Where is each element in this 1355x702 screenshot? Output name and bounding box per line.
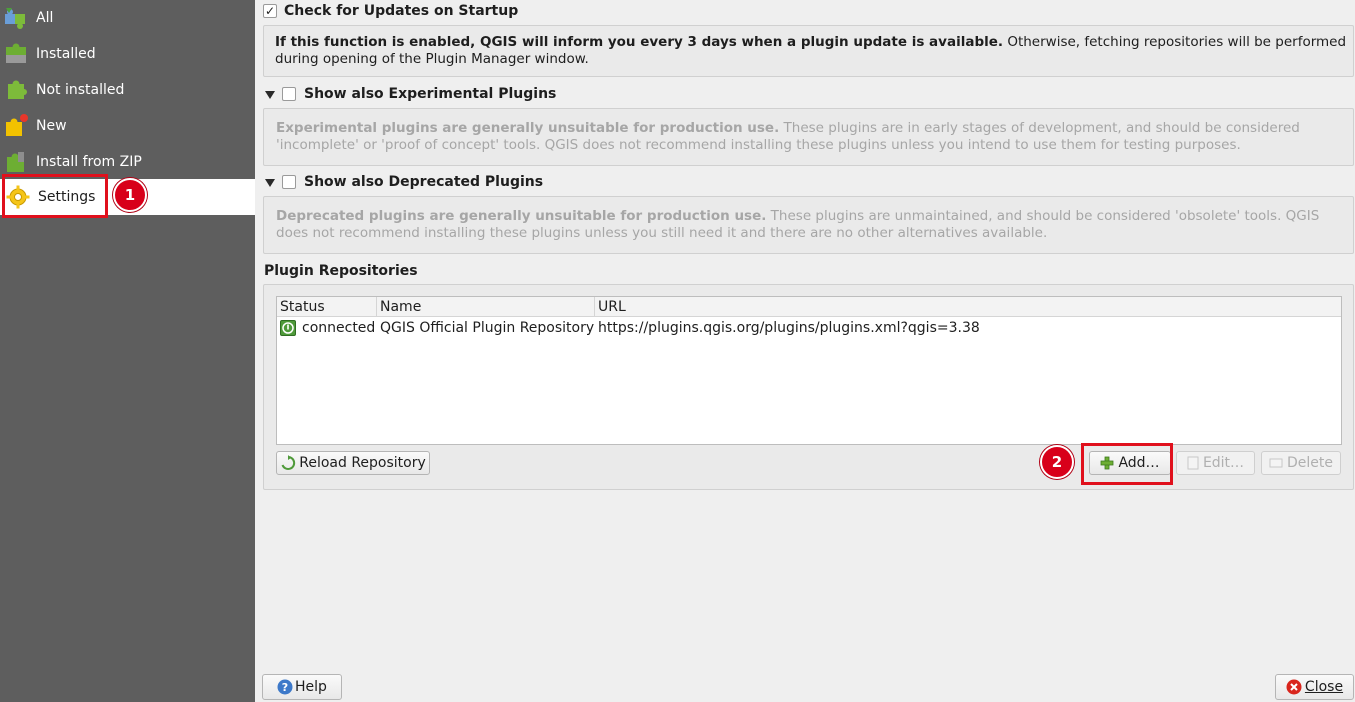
settings-panel: ✓ Check for Updates on Startup If this f…	[255, 0, 1355, 702]
edit-repository-button[interactable]: Edit…	[1176, 451, 1255, 475]
experimental-checkbox[interactable]	[282, 87, 296, 101]
close-button[interactable]: Close	[1275, 674, 1354, 700]
deprecated-collapse-arrow-icon[interactable]	[265, 179, 275, 187]
deprecated-label: Show also Deprecated Plugins	[304, 174, 544, 190]
column-header-name[interactable]: Name	[377, 297, 595, 317]
experimental-collapse-arrow-icon[interactable]	[265, 91, 275, 99]
experimental-description: Experimental plugins are generally unsui…	[276, 120, 1300, 153]
step-badge-1: 1	[113, 178, 147, 212]
help-icon: ?	[277, 679, 293, 695]
delete-icon	[1269, 458, 1283, 468]
sidebar-item-label: All	[36, 10, 54, 26]
puzzle-zip-icon	[3, 149, 29, 175]
experimental-label: Show also Experimental Plugins	[304, 86, 557, 102]
close-icon	[1286, 679, 1302, 695]
check-updates-checkbox[interactable]: ✓	[263, 4, 277, 18]
check-updates-label: Check for Updates on Startup	[284, 3, 519, 19]
deprecated-description-box: Deprecated plugins are generally unsuita…	[263, 196, 1354, 254]
help-button[interactable]: ? Help	[262, 674, 342, 700]
deprecated-checkbox[interactable]	[282, 175, 296, 189]
sidebar-item-label: Installed	[36, 46, 96, 62]
sidebar-item-label: New	[36, 118, 67, 134]
puzzle-all-icon	[3, 5, 29, 31]
reload-repository-button[interactable]: Reload Repository	[276, 451, 430, 475]
step-badge-2: 2	[1040, 445, 1074, 479]
table-row[interactable]: connected QGIS Official Plugin Repositor…	[277, 318, 1341, 338]
puzzle-not-installed-icon	[3, 77, 29, 103]
table-header: Status Name URL	[277, 297, 1341, 317]
url-cell: https://plugins.qgis.org/plugins/plugins…	[598, 320, 980, 336]
check-updates-description: If this function is enabled, QGIS will i…	[275, 34, 1347, 67]
reload-icon	[280, 455, 296, 471]
name-cell: QGIS Official Plugin Repository	[380, 320, 595, 336]
deprecated-description: Deprecated plugins are generally unsuita…	[276, 208, 1320, 241]
sidebar-item-label: Not installed	[36, 82, 125, 98]
experimental-description-box: Experimental plugins are generally unsui…	[263, 108, 1354, 166]
delete-repository-button[interactable]: Delete	[1261, 451, 1341, 475]
add-highlight-box	[1081, 443, 1173, 485]
puzzle-new-icon	[3, 113, 29, 139]
sidebar: All Installed Not installed New Install …	[0, 0, 255, 702]
settings-highlight-box	[2, 174, 108, 218]
column-header-status[interactable]: Status	[277, 297, 377, 317]
plugin-repositories-group: Status Name URL connected QGIS Official …	[263, 284, 1354, 490]
puzzle-installed-icon	[3, 41, 29, 67]
sidebar-item-all[interactable]: All	[0, 0, 255, 36]
connected-status-icon	[280, 320, 296, 336]
svg-text:?: ?	[282, 681, 288, 694]
repositories-table[interactable]: Status Name URL connected QGIS Official …	[276, 296, 1342, 445]
sidebar-item-installed[interactable]: Installed	[0, 36, 255, 72]
sidebar-item-label: Install from ZIP	[36, 154, 142, 170]
sidebar-item-new[interactable]: New	[0, 108, 255, 144]
column-header-url[interactable]: URL	[595, 297, 1341, 317]
sidebar-item-not-installed[interactable]: Not installed	[0, 72, 255, 108]
check-updates-description-box: If this function is enabled, QGIS will i…	[263, 25, 1354, 77]
edit-pencil-icon	[1187, 456, 1199, 470]
plugin-repositories-title: Plugin Repositories	[264, 263, 418, 279]
status-cell: connected	[302, 320, 376, 336]
